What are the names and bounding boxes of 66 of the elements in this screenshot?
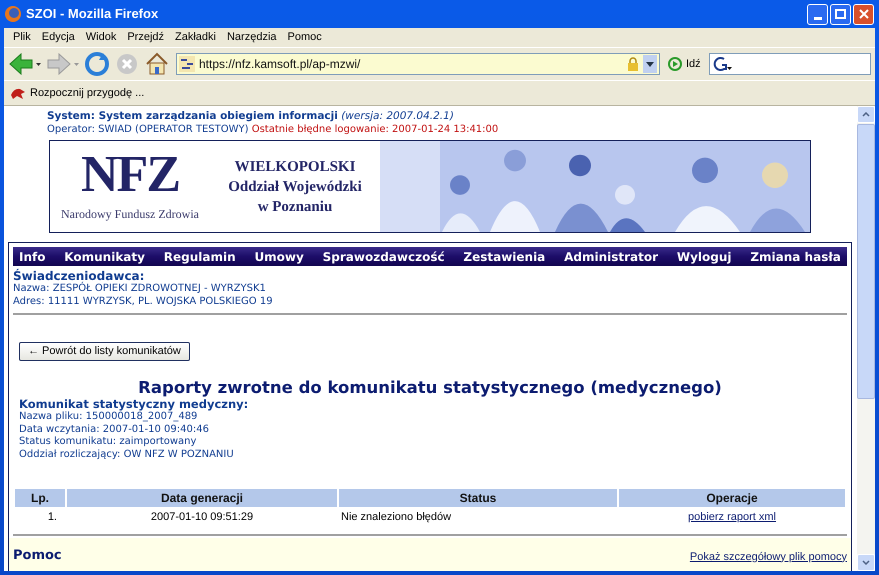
menu-item[interactable]: Przejdź — [122, 29, 170, 46]
last-failed-login: Ostatnie błędne logowanie: 2007-01-24 13:41:00 — [252, 124, 498, 135]
column-header: Status — [339, 489, 617, 507]
scroll-down-icon — [862, 560, 870, 565]
operator-info: Operator: SWIAD (OPERATOR TESTOWY) — [47, 124, 249, 135]
nav-link[interactable]: Sprawozdawczość — [322, 248, 445, 266]
browser-logo-icon — [4, 5, 22, 23]
logo: NFZ — [81, 149, 179, 201]
nav-link[interactable]: Wyloguj — [676, 248, 732, 266]
nav-link[interactable]: Umowy — [254, 248, 304, 266]
system-info: System: System zarządzania obiegiem informacji (wersja: 2007.04.2.1) — [47, 110, 455, 123]
dragon-icon — [10, 86, 26, 100]
go-icon — [668, 57, 682, 71]
column-header: Data generacji — [67, 489, 337, 507]
provider-detail: Adres: 11111 WYRZYSK, PL. WOJSKA POLSKIEGO 19 — [13, 296, 274, 308]
menu-item[interactable]: Pomoc — [282, 29, 327, 46]
reload-icon[interactable] — [84, 51, 110, 77]
url-text: https://nfz.kamsoft.pl/ap-mzwi/ — [199, 56, 360, 73]
scrollbar[interactable] — [857, 106, 875, 571]
back-button[interactable]: ← Powrót do listy komunikatów — [19, 342, 190, 361]
site-icon — [179, 56, 195, 72]
bookmark-item[interactable]: Rozpocznij przygodę ... — [10, 84, 144, 102]
help-title: Pomoc — [13, 546, 62, 564]
provider-heading: Świadczeniodawca: — [13, 269, 146, 283]
address-field[interactable]: https://nfz.kamsoft.pl/ap-mzwi/ — [176, 53, 660, 75]
help-link[interactable]: Pokaż szczegółowy plik pomocy — [690, 548, 847, 565]
message-heading: Komunikat statystyczny medyczny: — [19, 398, 250, 411]
maximize-button[interactable] — [830, 4, 851, 24]
table-cell-text: 2007-01-10 09:51:29 — [150, 510, 254, 526]
message-detail: Data wczytania: 2007-01-10 09:40:46 — [19, 424, 210, 436]
menu-item[interactable]: Zakładki — [170, 29, 221, 46]
menu-item[interactable]: Plik — [8, 29, 36, 46]
menu-item[interactable]: Narzędzia — [222, 29, 282, 46]
close-button[interactable] — [853, 4, 874, 24]
home-icon[interactable] — [144, 51, 170, 77]
nav-link[interactable]: Administrator — [564, 248, 658, 266]
page-title: Raporty zwrotne do komunikatu statystycznego (medycznego) — [137, 378, 723, 398]
logo-caption: Narodowy Fundusz Zdrowia — [61, 206, 199, 223]
provider-detail: Nazwa: ZESPÓŁ OPIEKI ZDROWOTNEJ - WYRZYSK1 — [13, 283, 267, 296]
nav-link[interactable]: Zestawienia — [463, 248, 546, 266]
padlock-icon — [627, 57, 639, 71]
go-button[interactable]: Idź — [664, 53, 705, 75]
branch-name: WIELKOPOLSKI Oddział Wojewódzki w Poznaniu — [227, 158, 363, 216]
close-icon — [858, 9, 868, 19]
minimize-button[interactable] — [807, 4, 828, 24]
menu-item[interactable]: Widok — [80, 29, 122, 46]
download-link[interactable]: pobierz raport xml — [688, 511, 776, 524]
message-detail: Status komunikatu: zaimportowany — [19, 436, 198, 448]
dropdown-icon[interactable] — [643, 55, 657, 73]
search-engine-icon — [712, 56, 732, 72]
message-detail: Oddział rozliczający: OW NFZ W POZNANIU — [19, 448, 235, 461]
minimize-icon — [814, 16, 822, 20]
nav-link[interactable]: Komunikaty — [64, 248, 145, 266]
menu-item[interactable]: Edycja — [36, 29, 80, 46]
back-arrow-icon[interactable] — [8, 52, 42, 76]
table-cell-text: Nie znaleziono błędów — [340, 510, 452, 526]
window-title: SZOI - Mozilla Firefox — [26, 5, 158, 24]
nav-link[interactable]: Zmiana hasła — [750, 248, 841, 266]
column-header: Operacje — [619, 489, 845, 507]
search-field[interactable] — [708, 53, 871, 75]
maximize-icon — [835, 9, 846, 19]
scroll-up-icon — [862, 112, 870, 117]
nav-link[interactable]: Info — [19, 248, 46, 266]
nav-link[interactable]: Regulamin — [164, 248, 236, 266]
column-header: Lp. — [15, 489, 65, 507]
message-detail: Nazwa pliku: 150000018_2007_489 — [19, 411, 198, 424]
